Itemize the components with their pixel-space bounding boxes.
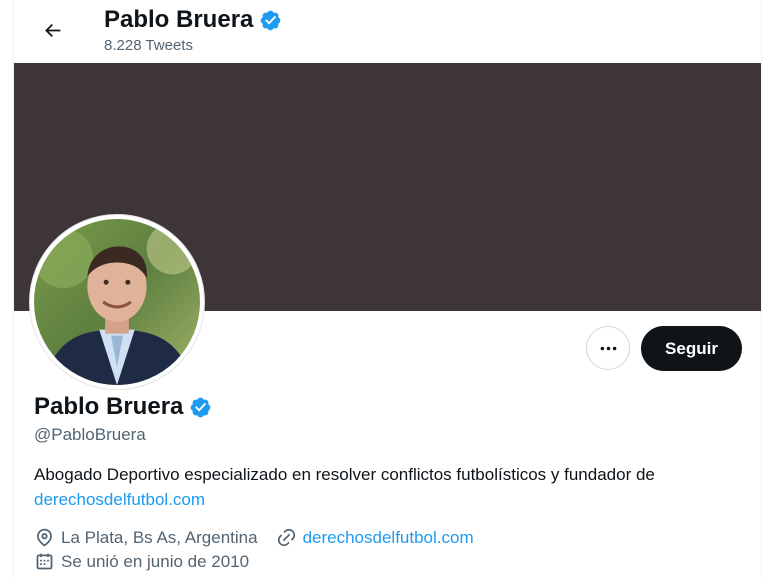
header-title: Pablo Bruera bbox=[104, 6, 282, 34]
profile-column: Pablo Bruera 8.228 Tweets Seguir Pablo B… bbox=[13, 0, 762, 578]
location-pin-icon bbox=[34, 527, 55, 548]
profile-name: Pablo Bruera bbox=[34, 393, 212, 421]
website-item: derechosdelfutbol.com bbox=[276, 527, 474, 548]
profile-meta-row: La Plata, Bs As, Argentina derechosdelfu… bbox=[34, 527, 474, 548]
back-button[interactable] bbox=[34, 12, 70, 48]
more-horizontal-icon bbox=[598, 338, 619, 359]
location-text: La Plata, Bs As, Argentina bbox=[61, 527, 258, 547]
verified-badge-icon bbox=[189, 396, 212, 419]
joined-text: Se unió en junio de 2010 bbox=[61, 551, 250, 571]
avatar-photo bbox=[34, 219, 200, 385]
website-link[interactable]: derechosdelfutbol.com bbox=[303, 528, 474, 548]
follow-button[interactable]: Seguir bbox=[641, 326, 742, 371]
profile-handle: @PabloBruera bbox=[34, 425, 146, 444]
profile-name-text: Pablo Bruera bbox=[34, 393, 184, 420]
profile-joined-row: Se unió en junio de 2010 bbox=[34, 551, 249, 572]
joined-item: Se unió en junio de 2010 bbox=[34, 551, 249, 572]
calendar-icon bbox=[34, 551, 55, 572]
verified-badge-icon bbox=[259, 9, 282, 32]
avatar[interactable] bbox=[29, 214, 205, 390]
link-icon bbox=[276, 527, 297, 548]
arrow-left-icon bbox=[42, 20, 63, 41]
bio-text: Abogado Deportivo especializado en resol… bbox=[34, 465, 655, 484]
location-item: La Plata, Bs As, Argentina bbox=[34, 527, 258, 548]
profile-bio: Abogado Deportivo especializado en resol… bbox=[34, 462, 749, 512]
tweets-count: 8.228 Tweets bbox=[104, 37, 193, 54]
bio-link[interactable]: derechosdelfutbol.com bbox=[34, 490, 205, 509]
header-name-text: Pablo Bruera bbox=[104, 6, 254, 33]
more-options-button[interactable] bbox=[586, 326, 630, 370]
